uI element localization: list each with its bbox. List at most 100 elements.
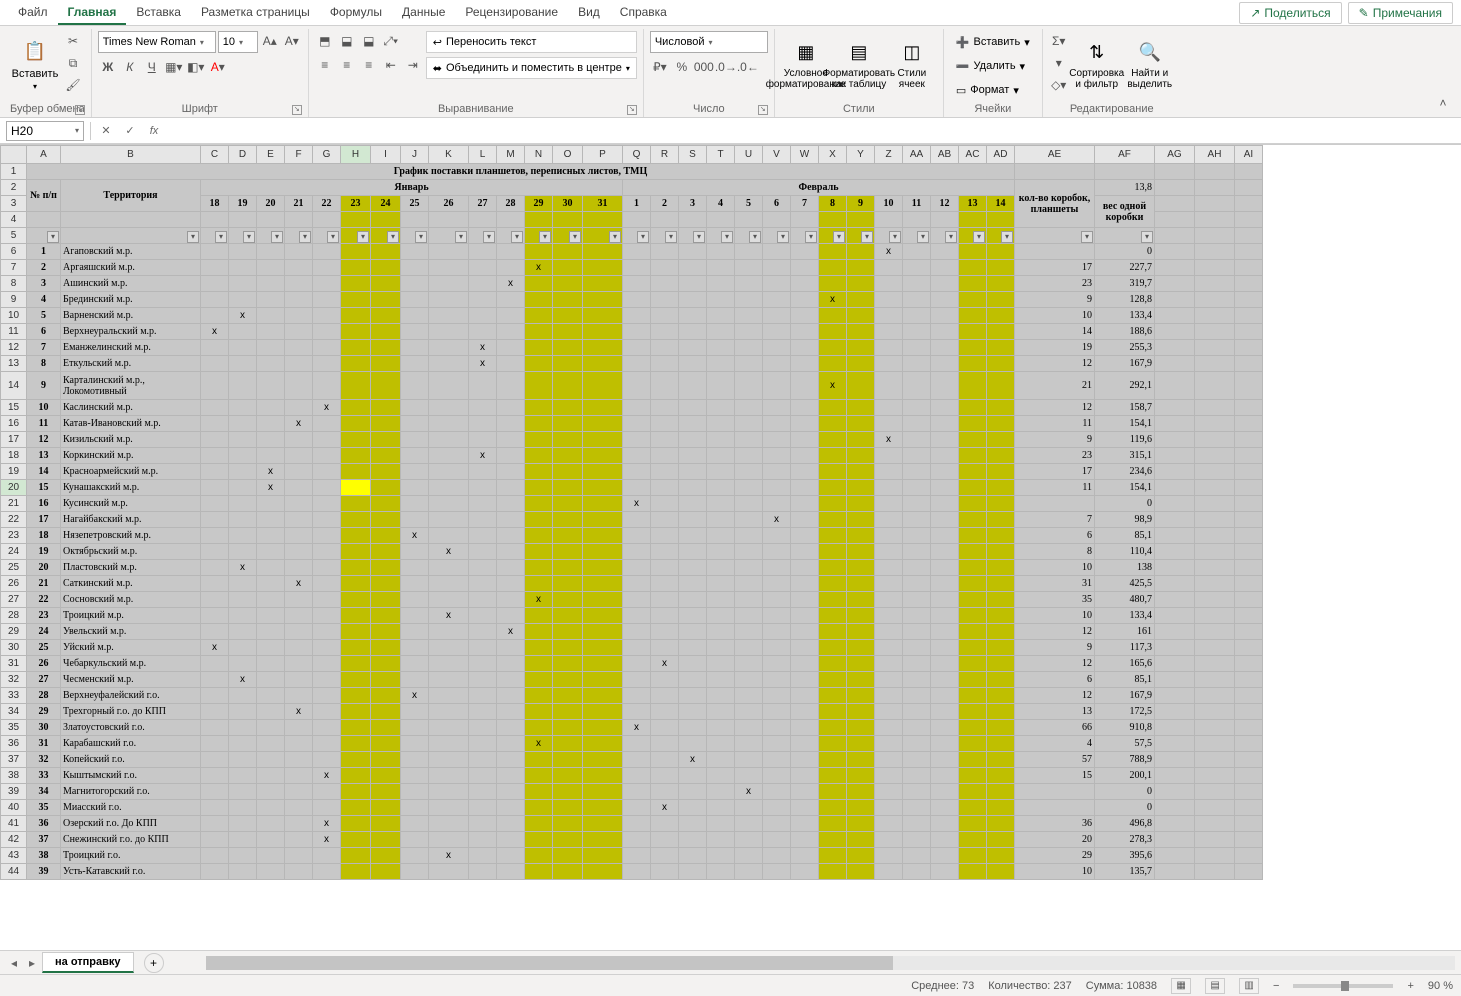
cell[interactable]	[875, 212, 903, 228]
cell[interactable]	[875, 308, 903, 324]
cell[interactable]	[651, 212, 679, 228]
col-header-W[interactable]: W	[791, 146, 819, 164]
cell[interactable]	[525, 720, 553, 736]
cell[interactable]	[679, 432, 707, 448]
cell[interactable]: 57	[1015, 752, 1095, 768]
cell[interactable]	[497, 688, 525, 704]
cell[interactable]	[651, 512, 679, 528]
increase-font-button[interactable]: A▴	[260, 31, 280, 51]
cell[interactable]	[735, 292, 763, 308]
cell[interactable]	[875, 704, 903, 720]
cell[interactable]	[1155, 372, 1195, 400]
cell[interactable]	[847, 720, 875, 736]
cell[interactable]	[847, 464, 875, 480]
col-header-AF[interactable]: AF	[1095, 146, 1155, 164]
cell[interactable]	[791, 244, 819, 260]
cell[interactable]	[583, 356, 623, 372]
cell[interactable]	[341, 432, 371, 448]
cell[interactable]	[847, 212, 875, 228]
cell[interactable]: 7	[791, 196, 819, 212]
cell[interactable]	[819, 356, 847, 372]
cell[interactable]	[257, 276, 285, 292]
cell[interactable]: 4	[1015, 736, 1095, 752]
cell[interactable]	[1155, 720, 1195, 736]
cell[interactable]	[371, 244, 401, 260]
cell[interactable]	[791, 260, 819, 276]
cell[interactable]	[931, 416, 959, 432]
cell[interactable]	[201, 464, 229, 480]
cell[interactable]: 788,9	[1095, 752, 1155, 768]
cell[interactable]	[497, 816, 525, 832]
cell[interactable]	[201, 432, 229, 448]
cell[interactable]	[525, 292, 553, 308]
cell[interactable]	[429, 752, 469, 768]
cell[interactable]	[1195, 228, 1235, 244]
cell[interactable]	[401, 576, 429, 592]
cell[interactable]: 13	[959, 196, 987, 212]
font-color-button[interactable]: A▾	[208, 57, 228, 77]
cell[interactable]	[371, 720, 401, 736]
cell[interactable]	[27, 212, 61, 228]
cell[interactable]	[1235, 672, 1263, 688]
cell[interactable]	[313, 720, 341, 736]
cell[interactable]	[707, 832, 735, 848]
cell[interactable]: 29	[1015, 848, 1095, 864]
cell[interactable]	[401, 432, 429, 448]
cell[interactable]	[583, 432, 623, 448]
cell[interactable]: 12	[1015, 356, 1095, 372]
cell[interactable]	[401, 512, 429, 528]
cell[interactable]	[875, 324, 903, 340]
cell[interactable]	[819, 512, 847, 528]
cell[interactable]	[959, 228, 987, 244]
cell[interactable]	[525, 640, 553, 656]
cell[interactable]	[429, 768, 469, 784]
cell[interactable]	[201, 736, 229, 752]
cell[interactable]	[371, 512, 401, 528]
cell[interactable]	[371, 864, 401, 880]
cell[interactable]	[285, 672, 313, 688]
paste-button[interactable]: 📋Вставить▾	[10, 31, 60, 97]
cell[interactable]	[1235, 180, 1263, 196]
cell[interactable]	[959, 608, 987, 624]
col-header-U[interactable]: U	[735, 146, 763, 164]
cell[interactable]	[371, 212, 401, 228]
cell[interactable]	[525, 624, 553, 640]
cell[interactable]	[313, 496, 341, 512]
row-header[interactable]: 36	[1, 736, 27, 752]
cell[interactable]	[313, 292, 341, 308]
cell[interactable]	[651, 416, 679, 432]
cell[interactable]	[875, 340, 903, 356]
cell[interactable]	[847, 640, 875, 656]
cell[interactable]	[429, 496, 469, 512]
cell[interactable]	[429, 720, 469, 736]
cell[interactable]	[257, 576, 285, 592]
zoom-slider[interactable]	[1293, 984, 1393, 988]
cell[interactable]: Чесменский м.р.	[61, 672, 201, 688]
cell[interactable]: Копейский г.о.	[61, 752, 201, 768]
cell[interactable]: вес одной коробки	[1095, 196, 1155, 228]
cell[interactable]	[201, 832, 229, 848]
col-header-M[interactable]: M	[497, 146, 525, 164]
cell[interactable]	[903, 720, 931, 736]
cell[interactable]	[583, 464, 623, 480]
cell[interactable]	[469, 308, 497, 324]
cell[interactable]	[679, 260, 707, 276]
cell[interactable]	[401, 736, 429, 752]
cell[interactable]	[791, 656, 819, 672]
cell[interactable]: 66	[1015, 720, 1095, 736]
cell[interactable]	[313, 464, 341, 480]
cell[interactable]	[1015, 228, 1095, 244]
col-header-R[interactable]: R	[651, 146, 679, 164]
cell[interactable]	[469, 276, 497, 292]
cell[interactable]	[847, 624, 875, 640]
cell[interactable]	[341, 688, 371, 704]
cell[interactable]	[987, 784, 1015, 800]
cell[interactable]	[679, 244, 707, 260]
cell[interactable]	[371, 480, 401, 496]
cell[interactable]	[313, 372, 341, 400]
cell[interactable]	[1195, 276, 1235, 292]
select-all-corner[interactable]	[1, 146, 27, 164]
cell[interactable]	[679, 528, 707, 544]
cell[interactable]	[959, 464, 987, 480]
cell[interactable]	[469, 864, 497, 880]
